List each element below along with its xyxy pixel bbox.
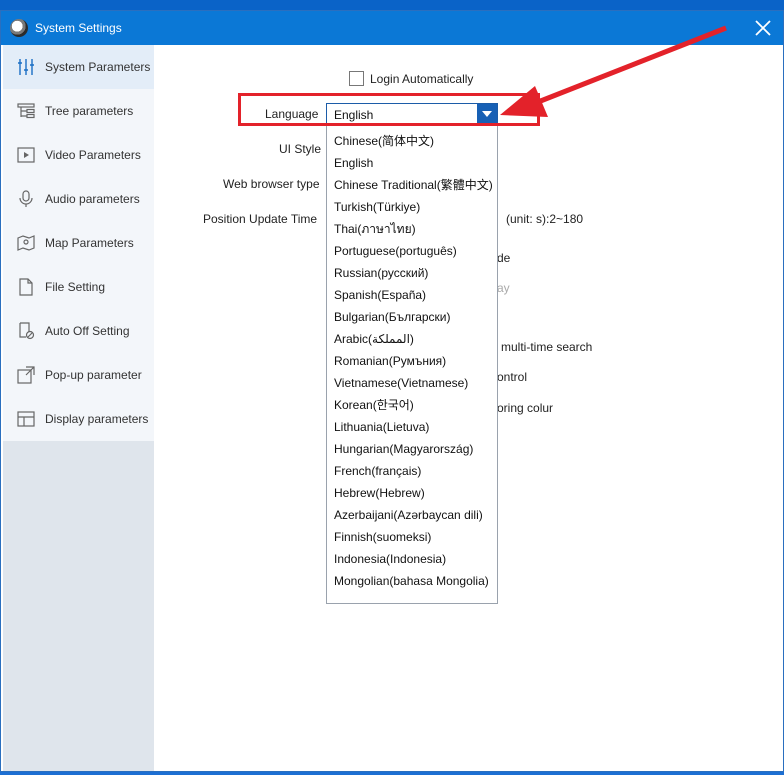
language-option-indonesia[interactable]: Indonesia(Indonesia) [327, 548, 497, 570]
sidebar-item-auto-off-setting[interactable]: Auto Off Setting [3, 309, 154, 353]
close-button[interactable] [743, 11, 783, 45]
language-option-chinese-traditional[interactable]: Chinese Traditional(繁體中文) [327, 174, 497, 196]
language-option-russian[interactable]: Russian(русский) [327, 262, 497, 284]
language-option-portuguese[interactable]: Portuguese(português) [327, 240, 497, 262]
language-option-turkish[interactable]: Turkish(Türkiye) [327, 196, 497, 218]
file-icon [17, 278, 35, 296]
sidebar-item-label: File Setting [45, 280, 106, 294]
login-auto-checkbox[interactable] [349, 71, 364, 86]
sidebar-item-label: Tree parameters [45, 104, 134, 118]
language-option-lithuania[interactable]: Lithuania(Lietuva) [327, 416, 497, 438]
language-option-thai[interactable]: Thai(ภาษาไทย) [327, 218, 497, 240]
sidebar-item-label: Map Parameters [45, 236, 134, 250]
sidebar: System Parameters Tree parameters Video … [3, 45, 154, 771]
language-option-spanish[interactable]: Spanish(España) [327, 284, 497, 306]
partial-option-text-1: de [497, 251, 511, 265]
sidebar-item-display-parameters[interactable]: Display parameters [3, 397, 154, 441]
sidebar-item-system-parameters[interactable]: System Parameters [3, 45, 154, 89]
sidebar-item-map-parameters[interactable]: Map Parameters [3, 221, 154, 265]
window-title: System Settings [35, 21, 122, 35]
language-option-romanian[interactable]: Romanian(Румъния) [327, 350, 497, 372]
microphone-icon [17, 190, 35, 208]
annotation-highlight-box [238, 93, 540, 126]
login-auto-label: Login Automatically [370, 71, 474, 86]
auto-off-icon [17, 322, 35, 340]
position-update-time-label: Position Update Time [203, 212, 318, 226]
close-icon [755, 20, 771, 36]
sidebar-item-label: Auto Off Setting [45, 324, 130, 338]
sliders-icon [17, 58, 35, 76]
sidebar-item-label: Pop-up parameter [45, 368, 142, 382]
language-option-bulgarian[interactable]: Bulgarian(Български) [327, 306, 497, 328]
language-option-chinese[interactable]: Chinese(简体中文) [327, 130, 497, 152]
sidebar-item-file-setting[interactable]: File Setting [3, 265, 154, 309]
sidebar-item-label: Display parameters [45, 412, 149, 426]
language-option-mongolian[interactable]: Mongolian(bahasa Mongolia) [327, 570, 497, 592]
language-option-french[interactable]: French(français) [327, 460, 497, 482]
partial-option-text-3: multi-time search [501, 340, 593, 354]
partial-option-text-5: oring colur [497, 401, 554, 415]
partial-option-text-4: ontrol [497, 370, 528, 384]
language-dropdown-list: Chinese(简体中文) English Chinese Traditiona… [326, 125, 498, 604]
sidebar-item-audio-parameters[interactable]: Audio parameters [3, 177, 154, 221]
partial-option-text-2: ay [497, 281, 510, 295]
settings-panel: Login Automatically Language English UI … [154, 45, 783, 771]
video-play-icon [17, 146, 35, 164]
sidebar-nav: System Parameters Tree parameters Video … [3, 45, 154, 441]
popup-window-icon [17, 366, 35, 384]
sidebar-item-label: System Parameters [45, 60, 151, 74]
language-option-arabic[interactable]: Arabic(المملكة) [327, 328, 497, 350]
app-logo-icon [10, 19, 28, 37]
language-option-finnish[interactable]: Finnish(suomeksi) [327, 526, 497, 548]
tree-list-icon [17, 102, 35, 120]
position-update-unit: (unit: s):2~180 [506, 212, 584, 226]
sidebar-item-label: Video Parameters [45, 148, 141, 162]
language-option-vietnamese[interactable]: Vietnamese(Vietnamese) [327, 372, 497, 394]
sidebar-item-video-parameters[interactable]: Video Parameters [3, 133, 154, 177]
login-auto-row: Login Automatically [349, 71, 473, 86]
sidebar-item-tree-parameters[interactable]: Tree parameters [3, 89, 154, 133]
sidebar-item-popup-parameter[interactable]: Pop-up parameter [3, 353, 154, 397]
language-option-azerbaijani[interactable]: Azerbaijani(Azərbaycan dili) [327, 504, 497, 526]
language-option-hebrew[interactable]: Hebrew(Hebrew) [327, 482, 497, 504]
title-bar: System Settings [1, 11, 783, 45]
display-grid-icon [17, 410, 35, 428]
sidebar-item-label: Audio parameters [45, 192, 140, 206]
language-option-english[interactable]: English [327, 152, 497, 174]
language-option-korean[interactable]: Korean(한국어) [327, 394, 497, 416]
ui-style-label: UI Style [279, 142, 322, 156]
web-browser-type-label: Web browser type [223, 177, 320, 191]
map-pin-icon [17, 234, 35, 252]
language-option-hungarian[interactable]: Hungarian(Magyarország) [327, 438, 497, 460]
